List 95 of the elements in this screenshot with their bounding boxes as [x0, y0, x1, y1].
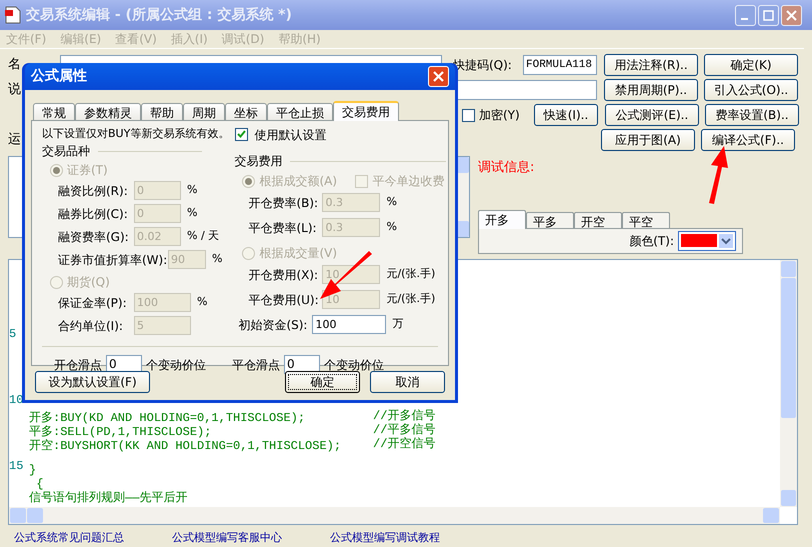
field-label: 开仓费率(B): — [248, 194, 320, 212]
unit-label: % — [386, 194, 397, 210]
minimize-icon — [740, 18, 748, 20]
unit-label: % — [187, 182, 198, 198]
checkbox-label: 平今单边收费 — [372, 173, 444, 190]
code-text: 开多:BUY(KD AND HOLDING=0,1,THISCLOSE); — [29, 411, 306, 425]
arrow-annotation — [709, 146, 728, 204]
close-icon — [786, 10, 797, 20]
radio-label: 根据成交额(A) — [259, 173, 338, 190]
unit-label: 个变动价位 — [324, 356, 384, 374]
checkbox[interactable] — [462, 108, 475, 122]
code-text: 平多:SELL(PD,1,THISCLOSE); — [29, 425, 212, 439]
dialog-title: 公式属性 — [31, 67, 87, 86]
code-comment: //平多信号 — [373, 423, 436, 437]
color-dropdown[interactable] — [678, 230, 736, 250]
unit-label: % — [212, 251, 222, 268]
tab[interactable]: 开空 — [574, 212, 622, 228]
field-label: 合约单位(I): — [58, 318, 124, 334]
unit-label: % — [386, 219, 397, 236]
button[interactable]: 取消 — [370, 371, 445, 393]
group-title: 交易品种 — [42, 143, 90, 160]
tab[interactable]: 平空 — [622, 212, 670, 228]
tab[interactable]: 常规 — [33, 103, 75, 120]
unit-label: % / 天 — [187, 228, 220, 244]
code-text: 开空:BUYSHORT(KK AND HOLDING=0,1,THISCLOSE); — [29, 439, 342, 453]
document-icon — [4, 6, 22, 24]
code-comment: //开多信号 — [373, 409, 436, 423]
code-comment: //开空信号 — [373, 437, 436, 451]
radio-label: 期货(Q) — [67, 274, 110, 291]
link[interactable]: 公式模型编写客服中心 — [172, 531, 282, 545]
unit-label: % — [187, 205, 198, 222]
button[interactable]: 确定(K) — [704, 54, 798, 76]
input-field[interactable]: 100 — [312, 315, 386, 334]
unit-label: 元/(张.手) — [386, 291, 436, 308]
line-number: 15 — [9, 459, 24, 473]
horizontal-scrollbar[interactable] — [9, 507, 780, 524]
tab[interactable]: 交易费用 — [333, 101, 399, 121]
input-field[interactable]: FORMULA118 — [523, 55, 597, 75]
close-icon — [433, 71, 444, 82]
tab[interactable]: 开多 — [478, 210, 526, 228]
tab[interactable]: 帮助 — [141, 103, 183, 120]
unit-label: 万 — [392, 316, 404, 332]
code-text: 信号语句排列规则——先平后开 — [29, 491, 188, 505]
maximize-icon — [763, 10, 774, 20]
checkbox[interactable] — [235, 128, 248, 141]
field-label: 融券比例(C): — [58, 206, 129, 222]
caret-icon — [719, 234, 733, 248]
tab[interactable]: 参数精灵 — [75, 103, 141, 120]
unit-label: 个变动价位 — [146, 356, 206, 374]
button[interactable]: 应用于图(A) — [601, 129, 695, 151]
link[interactable]: 公式系统常见问题汇总 — [14, 531, 124, 545]
field-label: 颜色(T): — [629, 232, 674, 250]
button[interactable]: 用法注释(R).. — [604, 54, 698, 76]
button[interactable]: 快速(I).. — [534, 104, 598, 126]
tab[interactable]: 平多 — [526, 212, 574, 228]
tab[interactable]: 平仓止损 — [267, 103, 333, 120]
minimize-button[interactable] — [735, 4, 756, 26]
button[interactable]: 设为默认设置(F) — [35, 371, 150, 393]
tab[interactable]: 坐标 — [225, 103, 267, 120]
field-label: 证券市值折算率(W): — [58, 252, 168, 268]
field-label: 融资费率(G): — [58, 228, 130, 246]
tab[interactable]: 周期 — [183, 103, 225, 120]
button[interactable]: 引入公式(O).. — [704, 79, 798, 101]
radio-label: 证券(T) — [67, 162, 108, 179]
checkbox-label: 加密(Y) — [479, 107, 521, 124]
code-text: { — [35, 477, 44, 491]
field-label: 平仓滑点 — [232, 356, 280, 374]
window-title: 交易系统编辑 - (所属公式组 : 交易系统 *) — [26, 6, 292, 24]
field-label: 融资比例(R): — [58, 182, 129, 200]
link[interactable]: 公式模型编写调试教程 — [330, 531, 440, 545]
field-label: 平仓费用(U): — [248, 292, 320, 308]
field-label: 说 — [8, 81, 22, 100]
checkbox-label: 使用默认设置 — [254, 126, 326, 144]
button[interactable]: 确定 — [285, 371, 360, 393]
field-label: 开仓滑点 — [54, 356, 102, 374]
debug-label: 调试信息: — [478, 159, 536, 177]
button[interactable]: 禁用周期(P).. — [604, 79, 698, 101]
field-label: 保证金率(P): — [58, 294, 128, 312]
button[interactable]: 费率设置(B).. — [705, 104, 799, 126]
field-label: 初始资金(S): — [238, 316, 308, 334]
line-number: 5 — [9, 327, 18, 341]
unit-label: % — [197, 294, 208, 310]
field-label: 运 — [8, 131, 21, 150]
maximize-button[interactable] — [758, 4, 779, 26]
vertical-scrollbar[interactable] — [780, 260, 797, 507]
notice-text: 以下设置仅对BUY等新交易系统有效。 — [42, 126, 230, 142]
field-label: 开仓费用(X): — [248, 266, 320, 284]
group-title: 交易费用 — [234, 153, 282, 170]
radio-label: 根据成交量(V) — [259, 245, 338, 262]
unit-label: 元/(张.手) — [386, 266, 436, 282]
button[interactable]: 编译公式(F).. — [701, 129, 795, 151]
code-text: } — [29, 463, 36, 477]
close-button[interactable] — [781, 4, 802, 26]
field-label: 平仓费率(L): — [248, 220, 318, 236]
button[interactable]: 公式测评(E).. — [605, 104, 699, 126]
